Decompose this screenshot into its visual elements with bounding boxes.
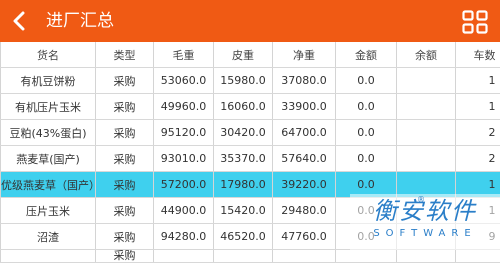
cell-type: 采购 [96, 94, 154, 120]
cell-name: 沼渣 [1, 224, 96, 250]
column-header-count: 车数 [456, 42, 500, 68]
cell-gross: 95120.0 [154, 120, 214, 146]
cell-net: 29480.0 [273, 198, 336, 224]
table-row[interactable]: 燕麦草(国产)采购93010.035370.057640.00.0 2 [1, 146, 500, 172]
column-header-name: 货名 [1, 42, 96, 68]
cell-gross: 49960.0 [154, 94, 214, 120]
cell-amount: 0.0 [336, 94, 397, 120]
cell-name: 压片玉米 [1, 198, 96, 224]
cell-tare: 16060.0 [214, 94, 273, 120]
cell-type: 采购 [96, 224, 154, 250]
cell-type: 采购 [96, 146, 154, 172]
cell-amount [336, 250, 397, 263]
cell-net: 47760.0 [273, 224, 336, 250]
watermark-logo: 衡安软件 ® SOFTWARE [350, 194, 500, 250]
cell-net [273, 250, 336, 263]
cell-amount: 0.0 [336, 68, 397, 94]
grid-menu-icon[interactable] [462, 10, 488, 34]
page-title: 进厂汇总 [46, 9, 114, 33]
cell-name: 燕麦草(国产) [1, 146, 96, 172]
cell-type: 采购 [96, 172, 154, 198]
cell-balance [397, 94, 456, 120]
column-header-tare: 皮重 [214, 42, 273, 68]
cell-type: 采购 [96, 198, 154, 224]
column-header-type: 类型 [96, 42, 154, 68]
table-row[interactable]: 采购 [1, 250, 500, 263]
column-header-amount: 金额 [336, 42, 397, 68]
cell-tare: 35370.0 [214, 146, 273, 172]
cell-net: 64700.0 [273, 120, 336, 146]
cell-name: 有机压片玉米 [1, 94, 96, 120]
cell-net: 37080.0 [273, 68, 336, 94]
table-row[interactable]: 豆粕(43%蛋白)采购95120.030420.064700.00.0 2 [1, 120, 500, 146]
cell-tare: 30420.0 [214, 120, 273, 146]
cell-gross: 94280.0 [154, 224, 214, 250]
cell-name: 豆粕(43%蛋白) [1, 120, 96, 146]
cell-count: 1 [456, 94, 500, 120]
cell-net: 33900.0 [273, 94, 336, 120]
cell-amount: 0.0 [336, 120, 397, 146]
cell-balance [397, 146, 456, 172]
column-header-gross: 毛重 [154, 42, 214, 68]
cell-gross: 93010.0 [154, 146, 214, 172]
cell-net: 57640.0 [273, 146, 336, 172]
cell-balance [397, 250, 456, 263]
cell-name: 有机豆饼粉 [1, 68, 96, 94]
cell-tare: 17980.0 [214, 172, 273, 198]
cell-gross [154, 250, 214, 263]
cell-gross: 53060.0 [154, 68, 214, 94]
cell-type: 采购 [96, 120, 154, 146]
cell-count [456, 250, 500, 263]
cell-count: 1 [456, 68, 500, 94]
cell-count: 2 [456, 146, 500, 172]
cell-gross: 44900.0 [154, 198, 214, 224]
table-row[interactable]: 有机压片玉米采购49960.016060.033900.00.0 1 [1, 94, 500, 120]
cell-amount: 0.0 [336, 146, 397, 172]
cell-tare: 15980.0 [214, 68, 273, 94]
watermark-main-text: 衡安软件 [350, 196, 500, 226]
cell-gross: 57200.0 [154, 172, 214, 198]
cell-net: 39220.0 [273, 172, 336, 198]
title-bar: 进厂汇总 [0, 0, 500, 42]
cell-name: 优级燕麦草（国产） [1, 172, 96, 198]
table-header-row: 货名 类型 毛重 皮重 净重 金额 余额 车数 [1, 42, 500, 68]
table-row[interactable]: 有机豆饼粉采购53060.015980.037080.00.0 1 [1, 68, 500, 94]
cell-name [1, 250, 96, 263]
cell-balance [397, 120, 456, 146]
column-header-balance: 余额 [397, 42, 456, 68]
cell-balance [397, 68, 456, 94]
watermark-sub-text: SOFTWARE [350, 227, 500, 241]
cell-count: 2 [456, 120, 500, 146]
cell-tare: 15420.0 [214, 198, 273, 224]
column-header-net: 净重 [273, 42, 336, 68]
cell-type: 采购 [96, 68, 154, 94]
cell-type: 采购 [96, 250, 154, 263]
cell-tare: 46520.0 [214, 224, 273, 250]
back-arrow-icon[interactable] [10, 11, 30, 31]
registered-mark: ® [417, 195, 425, 204]
cell-tare [214, 250, 273, 263]
